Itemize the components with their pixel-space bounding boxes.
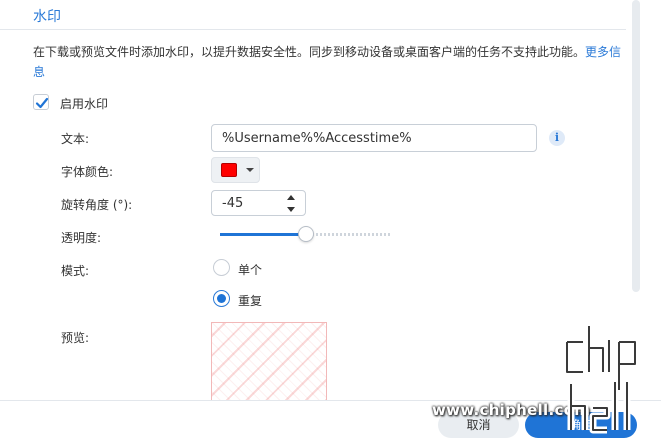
opacity-slider-fill <box>220 233 306 236</box>
vertical-scrollbar[interactable] <box>632 0 640 292</box>
description-text: 在下载或预览文件时添加水印，以提升数据安全性。同步到移动设备或桌面客户端的任务不… <box>33 45 586 59</box>
rotation-input[interactable] <box>211 190 306 216</box>
description: 在下载或预览文件时添加水印，以提升数据安全性。同步到移动设备或桌面客户端的任务不… <box>33 42 623 82</box>
watermark-text-input[interactable] <box>211 124 537 152</box>
spin-up-icon[interactable] <box>287 195 295 200</box>
mode-repeat-radio[interactable] <box>213 290 230 307</box>
preview-label: 预览: <box>61 331 90 345</box>
opacity-label: 透明度: <box>61 231 102 245</box>
mode-single-label: 单个 <box>238 263 263 277</box>
enable-watermark-checkbox[interactable] <box>33 94 49 110</box>
mode-repeat-label: 重复 <box>238 294 263 308</box>
spin-down-icon[interactable] <box>287 207 295 212</box>
section-title: 水印 <box>33 9 61 25</box>
more-info-link-part1[interactable]: 更 <box>585 45 597 59</box>
info-icon[interactable]: i <box>549 130 565 146</box>
text-label: 文本: <box>61 132 90 146</box>
watermark-preview <box>211 322 327 402</box>
watermark-settings-dialog: 水印 在下载或预览文件时添加水印，以提升数据安全性。同步到移动设备或桌面客户端的… <box>0 0 661 447</box>
mode-label: 模式: <box>61 264 90 278</box>
chiphell-logo-icon <box>563 326 639 434</box>
font-color-label: 字体颜色: <box>61 165 114 179</box>
checkmark-icon <box>35 97 49 109</box>
rotation-label: 旋转角度 (°): <box>61 198 133 212</box>
mode-single-radio[interactable] <box>213 259 230 276</box>
chevron-down-icon <box>246 168 254 172</box>
opacity-slider-handle[interactable] <box>298 226 314 242</box>
section-header: 水印 <box>0 0 626 30</box>
enable-watermark-label: 启用水印 <box>60 97 109 111</box>
font-color-picker[interactable] <box>211 157 260 183</box>
color-swatch <box>221 163 237 177</box>
